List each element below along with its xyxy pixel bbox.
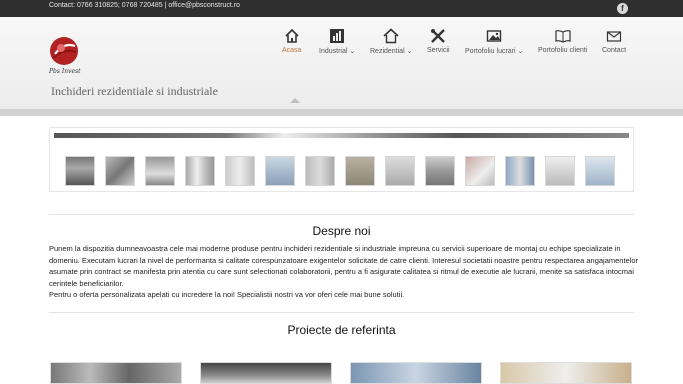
nav-item-portofoliu-clienti[interactable]: Portofoliu clienti [538,28,587,54]
contact-info: Contact: 0766 310825; 0768 720485 | offi… [49,2,240,9]
slider-thumbnail[interactable] [545,156,575,186]
site-tagline: Inchideri rezidentiale si industriale [51,84,218,98]
house-icon [383,28,399,44]
nav-label: Portofoliu lucrari [465,48,516,55]
logo[interactable] [49,36,79,66]
header-strip [0,109,683,116]
project-card[interactable] [200,362,332,384]
nav-item-rezidential[interactable]: Rezidential ⌄ [370,28,412,55]
slider-thumbnail[interactable] [305,156,335,186]
slider-main-image[interactable] [54,133,629,138]
slider-thumbnail[interactable] [345,156,375,186]
envelope-icon [606,31,622,42]
facebook-icon[interactable]: f [617,3,628,14]
logo-text: Pbs Invest [49,68,81,75]
slider-thumbnail[interactable] [585,156,615,186]
nav-item-portofoliu-lucrari[interactable]: Portofoliu lucrari ⌄ [465,28,523,55]
bar-chart-icon [330,29,345,43]
nav-label: Portofoliu clienti [538,47,588,54]
slider-thumbnail[interactable] [145,156,175,186]
about-paragraph: Punem la dispozitia dumneavoastra cele m… [49,244,639,288]
about-title: Despre noi [312,224,371,238]
nav-label: Rezidential [370,48,405,55]
top-bar: Contact: 0766 310825; 0768 720485 | offi… [0,0,683,17]
about-cta: Pentru o oferta personalizata apelati cu… [49,290,405,300]
active-nav-indicator [290,98,300,103]
slider-thumbnail[interactable] [185,156,215,186]
project-card[interactable] [500,362,632,384]
nav-item-contact[interactable]: Contact [602,28,626,54]
nav-item-servicii[interactable]: Servicii [427,28,450,54]
nav-item-industrial[interactable]: Industrial ⌄ [319,28,355,55]
slider-thumbnail[interactable] [505,156,535,186]
tools-icon [431,29,446,43]
slider-thumbnail[interactable] [465,156,495,186]
slider-thumbnail[interactable] [385,156,415,186]
nav-label: Contact [602,47,627,54]
nav-label: Acasa [282,47,302,54]
book-icon [555,30,571,43]
nav-label: Servicii [427,47,450,54]
nav-item-acasa[interactable]: Acasa [282,28,301,54]
slider-thumbnail[interactable] [425,156,455,186]
slider-thumbnail[interactable] [265,156,295,186]
section-divider [49,214,634,215]
section-divider [49,312,634,313]
about-text: Punem la dispozitia dumneavoastra cele m… [49,243,639,301]
projects-title: Proiecte de referinta [287,323,396,337]
project-card[interactable] [350,362,482,384]
chevron-down-icon: ⌄ [349,48,356,55]
picture-icon [487,30,502,42]
slider-thumbnail[interactable] [225,156,255,186]
chevron-down-icon: ⌄ [517,48,524,55]
slider-thumbnail[interactable] [105,156,135,186]
home-icon [285,28,299,43]
project-card[interactable] [50,362,182,384]
chevron-down-icon: ⌄ [406,48,413,55]
slider-thumbnail[interactable] [65,156,95,186]
nav-label: Industrial [319,48,348,55]
